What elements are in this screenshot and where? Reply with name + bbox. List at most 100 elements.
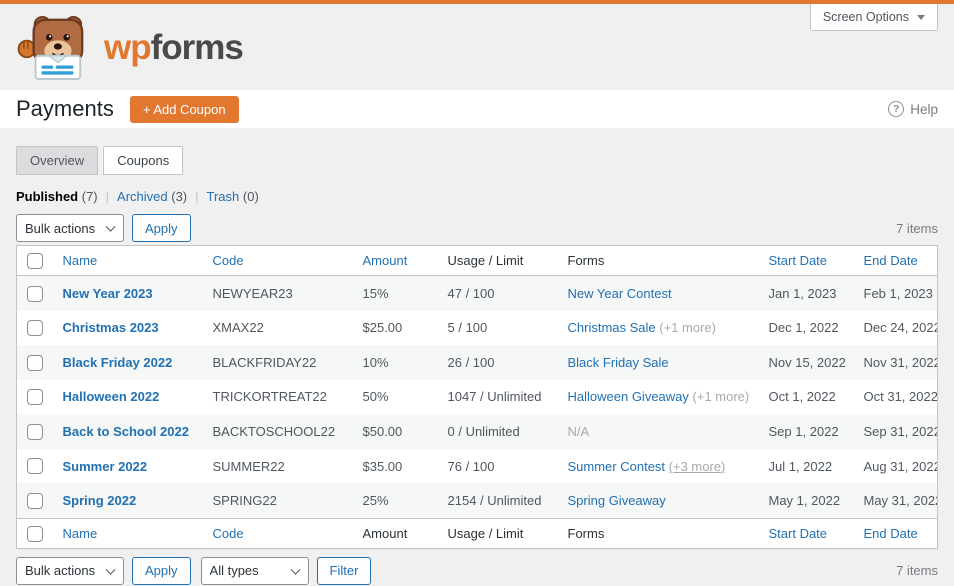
coupon-amount: $50.00 [362, 424, 403, 440]
coupon-code: NEWYEAR23 [212, 285, 293, 301]
filter-trash-label[interactable]: Trash [207, 189, 240, 204]
filter-trash[interactable]: Trash (0) [207, 189, 259, 204]
payments-tabs: Overview Coupons [16, 146, 938, 175]
row-checkbox[interactable] [27, 389, 43, 406]
coupon-start-date: Sep 1, 2022 [768, 424, 839, 440]
form-link[interactable]: Summer Contest [568, 459, 666, 474]
select-all-checkbox[interactable] [27, 525, 43, 542]
coupon-start-date: Nov 15, 2022 [768, 354, 846, 370]
filter-archived-count: (3) [171, 189, 188, 204]
coupon-name-link[interactable]: Christmas 2023 [63, 320, 159, 335]
coupons-table: Name Code Amount Usage / Limit Forms Start Da… [16, 245, 938, 549]
filter-button[interactable]: Filter [316, 556, 372, 585]
coupon-amount: 50% [362, 389, 389, 405]
column-footer-end-date[interactable]: End Date [864, 526, 918, 541]
column-header-end-date[interactable]: End Date [864, 253, 918, 268]
row-checkbox[interactable] [27, 320, 43, 337]
more-forms-link: (+1 more) [659, 320, 716, 336]
filter-published-count: (7) [81, 189, 98, 204]
filter-separator: | [195, 189, 199, 204]
apply-button-bottom[interactable]: Apply [132, 556, 191, 585]
table-row: Spring 2022 SPRING22 25% 2154 / Unlimited Sp… [16, 483, 938, 519]
coupon-amount: 25% [362, 493, 389, 509]
wordmark-wp: wp [104, 27, 152, 67]
coupon-start-date: Jan 1, 2023 [768, 285, 837, 301]
wpforms-logo: wpforms [16, 14, 244, 80]
column-header-amount[interactable]: Amount [363, 253, 408, 268]
column-footer-usage-limit: Usage / Limit [447, 525, 524, 541]
row-checkbox[interactable] [27, 354, 43, 371]
coupon-end-date: Oct 31, 2022 [863, 389, 938, 405]
items-count-bottom: 7 items [896, 563, 938, 579]
row-checkbox[interactable] [27, 285, 43, 302]
column-footer-amount: Amount [362, 525, 408, 541]
column-header-usage-limit: Usage / Limit [447, 253, 524, 268]
coupon-amount: $35.00 [362, 458, 403, 474]
column-footer-code[interactable]: Code [213, 526, 244, 541]
screen-options-button[interactable]: Screen Options [809, 4, 938, 31]
tab-overview[interactable]: Overview [16, 146, 99, 175]
column-header-code[interactable]: Code [213, 253, 244, 268]
filter-archived-label[interactable]: Archived [117, 189, 168, 204]
wordmark-forms: forms [150, 27, 244, 67]
status-filter-links: Published (7) | Archived (3) | Trash (0) [16, 189, 938, 204]
items-count: 7 items [896, 220, 938, 236]
form-link[interactable]: New Year Contest [568, 286, 672, 301]
help-link[interactable]: ? Help [888, 101, 938, 117]
coupon-name-link[interactable]: Black Friday 2022 [63, 355, 173, 370]
page-header: Payments + Add Coupon ? Help [0, 90, 954, 128]
row-checkbox[interactable] [27, 492, 43, 509]
chevron-down-icon [917, 14, 925, 20]
bulk-actions-select-bottom[interactable]: Bulk actions [16, 556, 124, 585]
coupon-usage: 47 / 100 [447, 285, 495, 301]
tablenav-bottom: Bulk actions Apply All types Filter 7 it… [16, 556, 938, 586]
wpforms-wordmark: wpforms [104, 27, 244, 67]
coupons-table-body: New Year 2023 NEWYEAR23 15% 47 / 100 New Yea… [16, 275, 938, 519]
coupon-name-link[interactable]: Back to School 2022 [63, 424, 189, 439]
coupon-name-link[interactable]: Halloween 2022 [63, 389, 160, 404]
select-all-checkbox[interactable] [27, 252, 43, 269]
tab-coupons[interactable]: Coupons [103, 146, 184, 175]
row-checkbox[interactable] [27, 458, 43, 475]
coupon-end-date: Dec 24, 2022 [863, 320, 938, 336]
column-footer-name[interactable]: Name [63, 526, 98, 541]
coupon-end-date: Sep 31, 2022 [863, 424, 938, 440]
filter-archived[interactable]: Archived (3) [117, 189, 187, 204]
more-forms-link[interactable]: (+3 more) [669, 459, 726, 474]
coupon-usage: 5 / 100 [447, 320, 488, 336]
add-coupon-button[interactable]: + Add Coupon [129, 95, 239, 123]
help-question-icon: ? [888, 101, 905, 117]
types-select[interactable]: All types [200, 556, 309, 585]
coupons-table-foot: Name Code Amount Usage / Limit Forms Start Da… [16, 517, 938, 549]
row-checkbox[interactable] [27, 423, 43, 440]
coupon-end-date: Nov 31, 2022 [863, 354, 938, 370]
coupon-name-link[interactable]: Spring 2022 [63, 493, 137, 508]
column-header-name[interactable]: Name [63, 253, 98, 268]
form-link[interactable]: Christmas Sale [568, 320, 656, 335]
filter-separator: | [105, 189, 110, 204]
coupon-end-date: May 31, 2022 [863, 493, 938, 509]
bulk-actions-select[interactable]: Bulk actions [16, 214, 124, 242]
coupon-usage: 76 / 100 [447, 458, 495, 474]
coupon-name-link[interactable]: Summer 2022 [63, 459, 148, 474]
form-link[interactable]: Halloween Giveaway [568, 389, 689, 404]
coupon-code: SPRING22 [212, 493, 277, 509]
coupon-start-date: Dec 1, 2022 [768, 320, 839, 336]
coupon-start-date: May 1, 2022 [768, 493, 841, 509]
coupon-name-link[interactable]: New Year 2023 [63, 286, 153, 301]
table-row: Christmas 2023 XMAX22 $25.00 5 / 100 Christm… [17, 311, 938, 346]
coupons-table-head: Name Code Amount Usage / Limit Forms Start Da… [16, 245, 938, 276]
column-footer-start-date[interactable]: Start Date [769, 526, 828, 541]
filter-published[interactable]: Published (7) [16, 189, 98, 204]
coupon-end-date: Feb 1, 2023 [863, 285, 933, 301]
tablenav-top: Bulk actions Apply 7 items [16, 213, 938, 243]
coupon-end-date: Aug 31, 2022 [863, 458, 938, 474]
form-link[interactable]: Spring Giveaway [568, 493, 666, 508]
coupon-code: BLACKFRIDAY22 [212, 354, 317, 370]
column-header-start-date[interactable]: Start Date [769, 253, 828, 268]
table-row: New Year 2023 NEWYEAR23 15% 47 / 100 New Yea… [16, 275, 938, 311]
filter-trash-count: (0) [242, 189, 259, 204]
apply-button[interactable]: Apply [132, 214, 191, 242]
bulk-actions-select-wrap: Bulk actions [16, 214, 124, 242]
form-link[interactable]: Black Friday Sale [568, 355, 669, 370]
